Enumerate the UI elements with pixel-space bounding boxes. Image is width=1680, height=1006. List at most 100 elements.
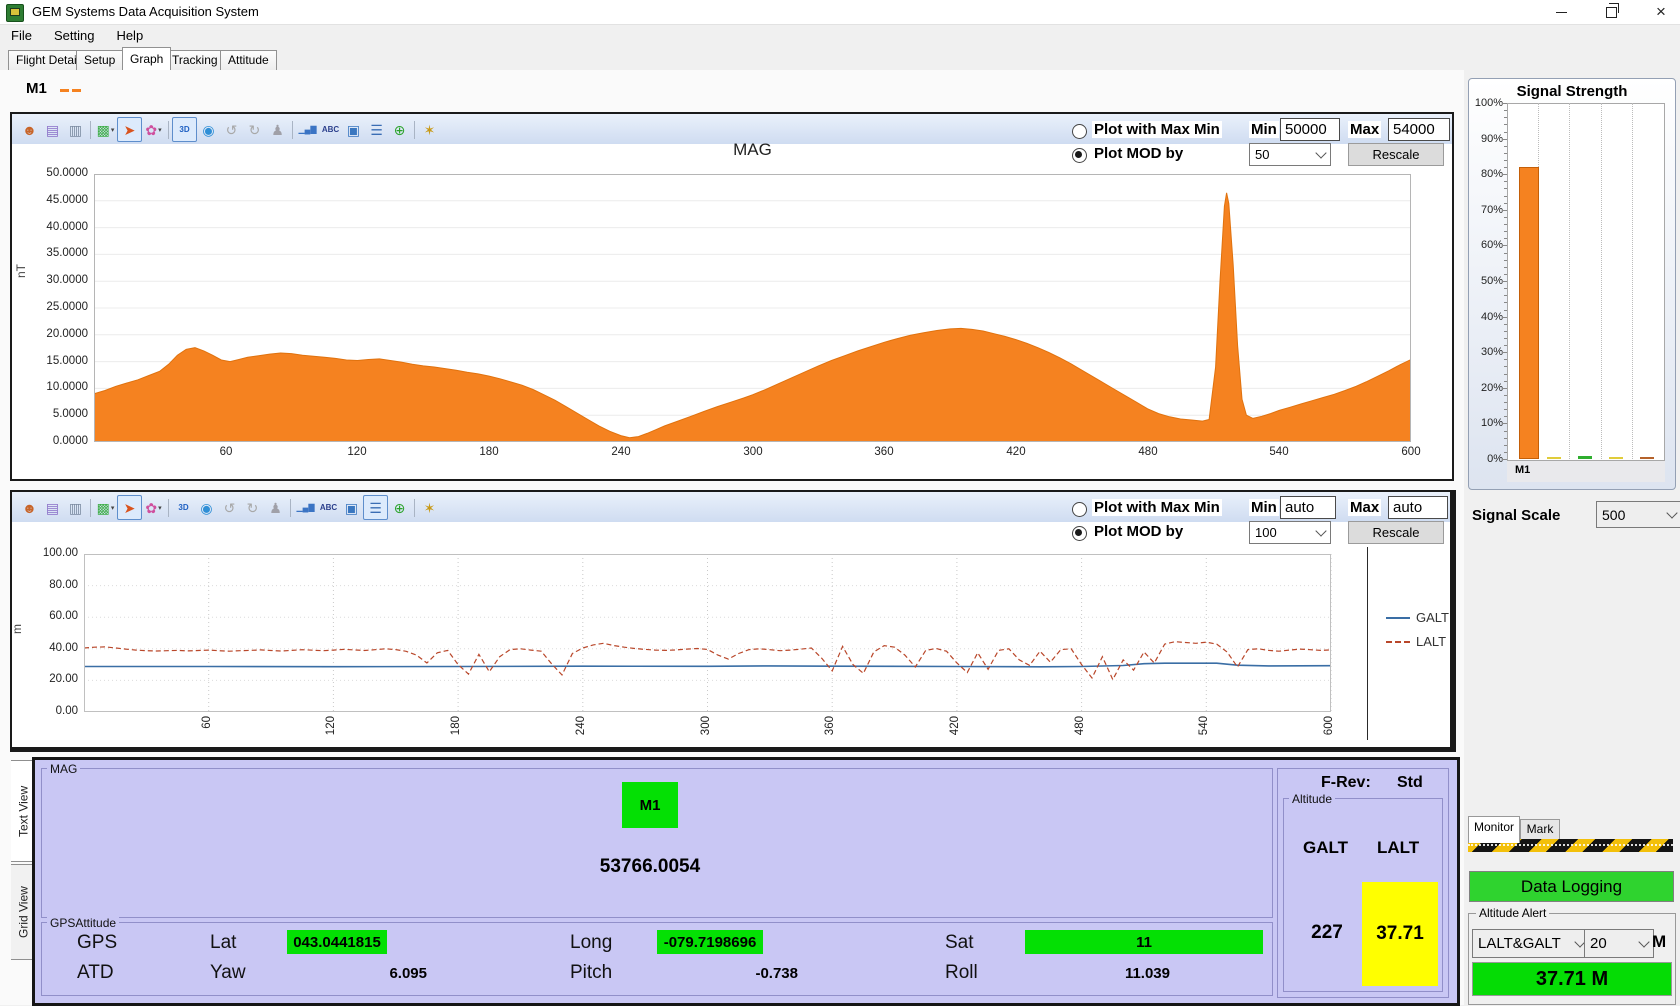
alert-channel-select[interactable]: LALT&GALT xyxy=(1472,929,1590,958)
export-icon: ▤ xyxy=(46,123,59,137)
rescale-button[interactable]: Rescale xyxy=(1348,521,1444,544)
tab-monitor[interactable]: Monitor xyxy=(1468,816,1520,843)
altitude-legend: GALT LALT xyxy=(1386,610,1449,658)
tab-tracking[interactable]: Tracking xyxy=(164,50,226,70)
dropdown-caret-icon: ▾ xyxy=(111,504,115,512)
altitude-alert-label: Altitude Alert xyxy=(1476,906,1549,920)
text-label-icon[interactable]: ABC xyxy=(319,118,342,141)
min-label: Min xyxy=(1249,499,1279,516)
plot-mod-radio[interactable] xyxy=(1072,526,1087,541)
legend-icon[interactable]: ☰ xyxy=(365,118,388,141)
signal-y-tick-label: 20% xyxy=(1469,382,1503,394)
close-button[interactable]: × xyxy=(1644,0,1678,24)
y-tick-label: 20.0000 xyxy=(26,328,88,340)
altitude-plot-area[interactable] xyxy=(84,554,1334,712)
tab-attitude[interactable]: Attitude xyxy=(220,50,277,70)
min-label: Min xyxy=(1249,121,1279,138)
signal-bar-residual xyxy=(1609,457,1623,459)
menu-file[interactable]: File xyxy=(0,25,43,47)
3d-icon[interactable]: 3D xyxy=(172,117,197,142)
max-input[interactable]: 54000 xyxy=(1388,118,1450,141)
minimize-button[interactable] xyxy=(1544,0,1578,24)
tools-icon: ✶ xyxy=(424,123,436,137)
signal-bar-residual xyxy=(1640,457,1654,459)
toolbar-separator xyxy=(168,499,169,517)
max-label: Max xyxy=(1348,121,1381,138)
palette-icon[interactable]: ✿▾ xyxy=(142,496,165,519)
export-icon[interactable]: ▤ xyxy=(41,496,64,519)
pointer-icon[interactable]: ➤ xyxy=(117,495,142,520)
preview-icon[interactable]: ▣ xyxy=(340,496,363,519)
text-label-icon[interactable]: ABC xyxy=(317,496,340,519)
rotate-ccw-icon[interactable]: ↺ xyxy=(220,118,243,141)
rotate-ccw-icon[interactable]: ↺ xyxy=(218,496,241,519)
tab-setup[interactable]: Setup xyxy=(76,50,123,70)
min-input[interactable]: 50000 xyxy=(1280,118,1340,141)
signal-axis-tick xyxy=(1504,324,1507,325)
zoom-in-icon[interactable]: ⊕ xyxy=(388,496,411,519)
chart-icon[interactable]: ▁▄▇ xyxy=(296,118,319,141)
signal-strength-panel: Signal Strength M1 0%10%20%30%40%50%60%7… xyxy=(1468,78,1676,490)
users-icon[interactable]: ☻ xyxy=(18,118,41,141)
data-logging-button[interactable]: Data Logging xyxy=(1469,871,1674,902)
image-icon[interactable]: ▩▾ xyxy=(94,496,117,519)
tools-icon[interactable]: ✶ xyxy=(418,118,441,141)
plot-maxmin-radio[interactable] xyxy=(1072,502,1087,517)
zoom-in-icon[interactable]: ⊕ xyxy=(388,118,411,141)
signal-scale-select[interactable]: 500 xyxy=(1596,501,1680,528)
legend-icon[interactable]: ☰ xyxy=(363,495,388,520)
plot-maxmin-radio[interactable] xyxy=(1072,124,1087,139)
lalt-value-alert: 37.71 xyxy=(1362,882,1438,986)
min-input[interactable]: auto xyxy=(1280,496,1336,519)
orbit-icon[interactable]: ◉ xyxy=(195,496,218,519)
x-tick-label: 480 xyxy=(1074,716,1086,735)
signal-axis-tick xyxy=(1504,402,1507,403)
chart-icon[interactable]: ▁▄▇ xyxy=(294,496,317,519)
max-input[interactable]: auto xyxy=(1388,496,1448,519)
image-icon[interactable]: ▩▾ xyxy=(94,118,117,141)
signal-axis-tick xyxy=(1504,267,1507,268)
x-tick-label: 540 xyxy=(1259,446,1299,458)
signal-axis-tick xyxy=(1504,288,1507,289)
print-icon[interactable]: ▥ xyxy=(64,118,87,141)
roll-value: 11.039 xyxy=(1090,965,1170,982)
roll-label: Roll xyxy=(945,962,978,984)
3d-icon[interactable]: 3D xyxy=(172,496,195,519)
signal-axis-tick xyxy=(1504,238,1507,239)
pointer-icon: ➤ xyxy=(124,501,136,515)
tab-graph[interactable]: Graph xyxy=(122,47,171,70)
menu-help[interactable]: Help xyxy=(105,25,154,47)
galt-header: GALT xyxy=(1303,838,1348,858)
mod-select[interactable]: 100 xyxy=(1249,521,1331,544)
plot-maxmin-label: Plot with Max Min xyxy=(1092,499,1222,516)
zoom-in-icon: ⊕ xyxy=(394,501,406,515)
menu-setting[interactable]: Setting xyxy=(43,25,105,47)
signal-y-tick-label: 10% xyxy=(1469,417,1503,429)
restore-button[interactable] xyxy=(1594,0,1628,24)
rotate-cw-icon[interactable]: ↻ xyxy=(241,496,264,519)
orbit-icon[interactable]: ◉ xyxy=(197,118,220,141)
x-tick-label: 300 xyxy=(700,716,712,735)
series-legend-dash xyxy=(72,89,81,92)
signal-axis-tick xyxy=(1502,281,1507,282)
signal-y-tick-label: 30% xyxy=(1469,346,1503,358)
y-tick-label: 20.00 xyxy=(28,673,78,685)
palette-icon: ✿ xyxy=(145,501,157,515)
signal-scale-label: Signal Scale xyxy=(1472,507,1560,524)
export-icon[interactable]: ▤ xyxy=(41,118,64,141)
rotate-cw-icon: ↻ xyxy=(249,123,261,137)
mod-select-value: 100 xyxy=(1255,525,1277,540)
tools-icon[interactable]: ✶ xyxy=(418,496,441,519)
walk-icon[interactable]: ♟ xyxy=(264,496,287,519)
users-icon[interactable]: ☻ xyxy=(18,496,41,519)
mag-plot-area[interactable] xyxy=(94,174,1411,442)
alert-threshold-select[interactable]: 20 xyxy=(1584,929,1654,958)
x-tick-label: 60 xyxy=(201,716,213,729)
print-icon[interactable]: ▥ xyxy=(64,496,87,519)
palette-icon[interactable]: ✿▾ xyxy=(142,118,165,141)
pointer-icon[interactable]: ➤ xyxy=(117,117,142,142)
rotate-cw-icon[interactable]: ↻ xyxy=(243,118,266,141)
preview-icon[interactable]: ▣ xyxy=(342,118,365,141)
walk-icon[interactable]: ♟ xyxy=(266,118,289,141)
series-legend-dash xyxy=(60,89,69,92)
